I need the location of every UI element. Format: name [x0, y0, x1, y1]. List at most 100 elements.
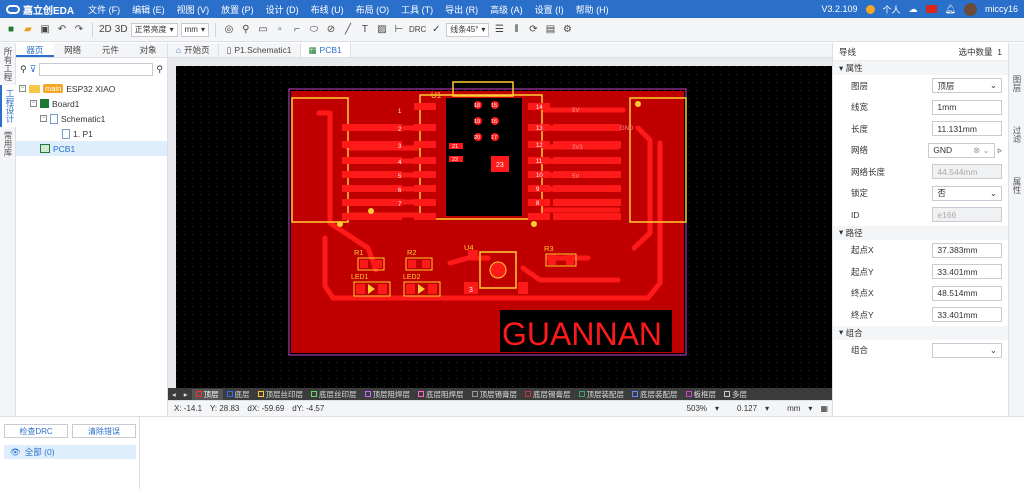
tab-all-projects[interactable]: 所有工程 [0, 43, 16, 85]
section-attributes[interactable]: ▾ 属性 [833, 61, 1008, 75]
tree-project[interactable]: − main ESP32 XIAO [16, 81, 167, 96]
layer-top-mask[interactable]: 顶层阻焊层 [361, 389, 415, 400]
save-icon[interactable]: ▣ [38, 23, 52, 37]
tab-components[interactable]: 元件 [92, 43, 130, 57]
layer-nav-left-icon[interactable]: ◂ [168, 390, 180, 399]
tab-objects[interactable]: 对象 [129, 43, 167, 57]
r3-pad[interactable] [548, 255, 556, 265]
tab-properties[interactable]: 属性 [1009, 173, 1024, 198]
layer-bottom-paste[interactable]: 底层锡膏层 [521, 389, 575, 400]
tab-pcb[interactable]: ▦ PCB1 [300, 43, 351, 57]
collapse-icon[interactable]: − [19, 85, 26, 92]
check-drc-button[interactable]: 检查DRC [4, 424, 68, 438]
new-file-icon[interactable]: ■ [4, 23, 18, 37]
r3-pad[interactable] [566, 255, 574, 265]
r2-pad[interactable] [422, 260, 430, 268]
layer-top[interactable]: 顶层 [191, 388, 223, 400]
tab-schematic[interactable]: ▯ P1.Schematic1 [219, 43, 301, 57]
avatar[interactable] [963, 2, 977, 16]
distribute-icon[interactable]: ⫴ [509, 23, 523, 37]
tab-pages[interactable]: 器页 [16, 43, 54, 57]
tree-schematic[interactable]: − Schematic1 [16, 111, 167, 126]
clear-icon[interactable]: ⊗ ⌄ [973, 145, 990, 156]
led2-pad[interactable] [428, 284, 437, 294]
menu-tools[interactable]: 工具 (T) [395, 3, 439, 16]
layer-top-paste[interactable]: 顶层锡膏层 [468, 389, 522, 400]
tab-filter[interactable]: 过滤 [1009, 122, 1024, 147]
menu-place[interactable]: 放置 (P) [215, 3, 260, 16]
layer-nav-right-icon[interactable]: ▸ [180, 390, 192, 399]
shape-icon[interactable]: ⬭ [307, 23, 321, 37]
via-icon[interactable]: ⚲ [239, 23, 253, 37]
upgrade-icon[interactable] [865, 4, 875, 14]
menu-help[interactable]: 帮助 (H) [570, 3, 615, 16]
layer-multi[interactable]: 多层 [720, 389, 751, 400]
r1-pad[interactable] [360, 260, 368, 268]
menu-route[interactable]: 布线 (U) [305, 3, 350, 16]
redo-icon[interactable]: ↷ [72, 23, 86, 37]
menu-layout[interactable]: 布局 (O) [350, 3, 396, 16]
layer-bottom-silk[interactable]: 底层丝印层 [307, 389, 361, 400]
chevron-down-icon[interactable]: ▾ [765, 404, 769, 413]
led2-pad[interactable] [406, 284, 415, 294]
open-folder-icon[interactable]: ▰ [21, 23, 35, 37]
net-select[interactable]: GND ⊗ ⌄ [928, 142, 995, 158]
u4-pad[interactable] [518, 282, 528, 294]
menu-edit[interactable]: 编辑 (E) [126, 3, 171, 16]
forbid-icon[interactable]: ⊘ [324, 23, 338, 37]
r1-pad[interactable] [374, 260, 382, 268]
tab-common-library[interactable]: 常用库 [0, 127, 16, 161]
length-input[interactable]: 11.131mm [932, 121, 1002, 137]
tree-pcb[interactable]: PCB1 [16, 141, 167, 156]
route-icon[interactable]: ⌐ [290, 23, 304, 37]
search-input[interactable] [39, 63, 154, 76]
layer-select[interactable]: 顶层 ⌄ [932, 78, 1002, 94]
layer-bottom-assembly[interactable]: 底层装配层 [628, 389, 682, 400]
zoom-level[interactable]: 503% [687, 404, 707, 413]
clear-errors-button[interactable]: 清除错误 [72, 424, 136, 438]
unit-label[interactable]: mm [787, 404, 800, 413]
tree-page[interactable]: 1. P1 [16, 126, 167, 141]
drc-button[interactable]: DRC [409, 23, 426, 37]
cloud-sync-icon[interactable]: ☁ [909, 4, 918, 15]
menu-settings[interactable]: 设置 (I) [529, 3, 570, 16]
tab-layers[interactable]: 图层 [1009, 71, 1024, 96]
led1-pad[interactable] [356, 284, 365, 294]
start-y-input[interactable]: 33.401mm [932, 264, 1002, 280]
personal-menu[interactable]: 个人 [883, 3, 901, 16]
section-path[interactable]: ▾ 路径 [833, 225, 1008, 240]
led1-pad[interactable] [378, 284, 387, 294]
unit-select[interactable]: mm ▾ [180, 22, 209, 37]
layer-top-assembly[interactable]: 顶层装配层 [575, 389, 629, 400]
component-icon[interactable]: ▤ [543, 23, 557, 37]
notification-bell-icon[interactable]: 🔔︎ [945, 4, 956, 15]
chevron-down-icon[interactable]: ▾ [715, 404, 719, 413]
layer-bottom[interactable]: 底层 [223, 389, 254, 400]
menu-export[interactable]: 导出 (R) [439, 3, 484, 16]
section-group[interactable]: ▾ 组合 [833, 325, 1008, 340]
collapse-icon[interactable]: − [30, 100, 37, 107]
layer-top-silk[interactable]: 顶层丝印层 [254, 389, 308, 400]
menu-design[interactable]: 设计 (D) [260, 3, 305, 16]
menu-view[interactable]: 视图 (V) [171, 3, 216, 16]
tab-start-page[interactable]: ⌂ 开始页 [168, 43, 219, 57]
dimension-icon[interactable]: ⊢ [392, 23, 406, 37]
collapse-icon[interactable]: − [40, 115, 47, 122]
check-icon[interactable]: ✓ [429, 23, 443, 37]
align-icon[interactable]: ☰ [492, 23, 506, 37]
chevron-down-icon[interactable]: ▾ [808, 404, 812, 413]
end-y-input[interactable]: 33.401mm [932, 307, 1002, 323]
target-icon[interactable]: ◎ [222, 23, 236, 37]
start-x-input[interactable]: 37.383mm [932, 242, 1002, 258]
search-icon[interactable]: ⚲ [156, 64, 163, 75]
pad-icon[interactable]: ▫ [273, 23, 287, 37]
filter-icon[interactable]: ⊽ [30, 64, 37, 75]
image-icon[interactable]: ▨ [375, 23, 389, 37]
net-highlight-icon[interactable]: ▹ [998, 145, 1002, 156]
pcb-drawing[interactable]: U1 U4 R1 R2 R3 LED1 LED2 3 1 2 3 4 5 6 7… [168, 58, 832, 388]
eye-icon[interactable]: 👁︎ [10, 447, 21, 458]
u4-button[interactable] [489, 261, 507, 279]
line-mode-select[interactable]: 线条45° ▾ [446, 22, 490, 37]
tab-nets[interactable]: 网络 [54, 43, 92, 57]
group-select[interactable]: ⌄ [932, 342, 1002, 358]
